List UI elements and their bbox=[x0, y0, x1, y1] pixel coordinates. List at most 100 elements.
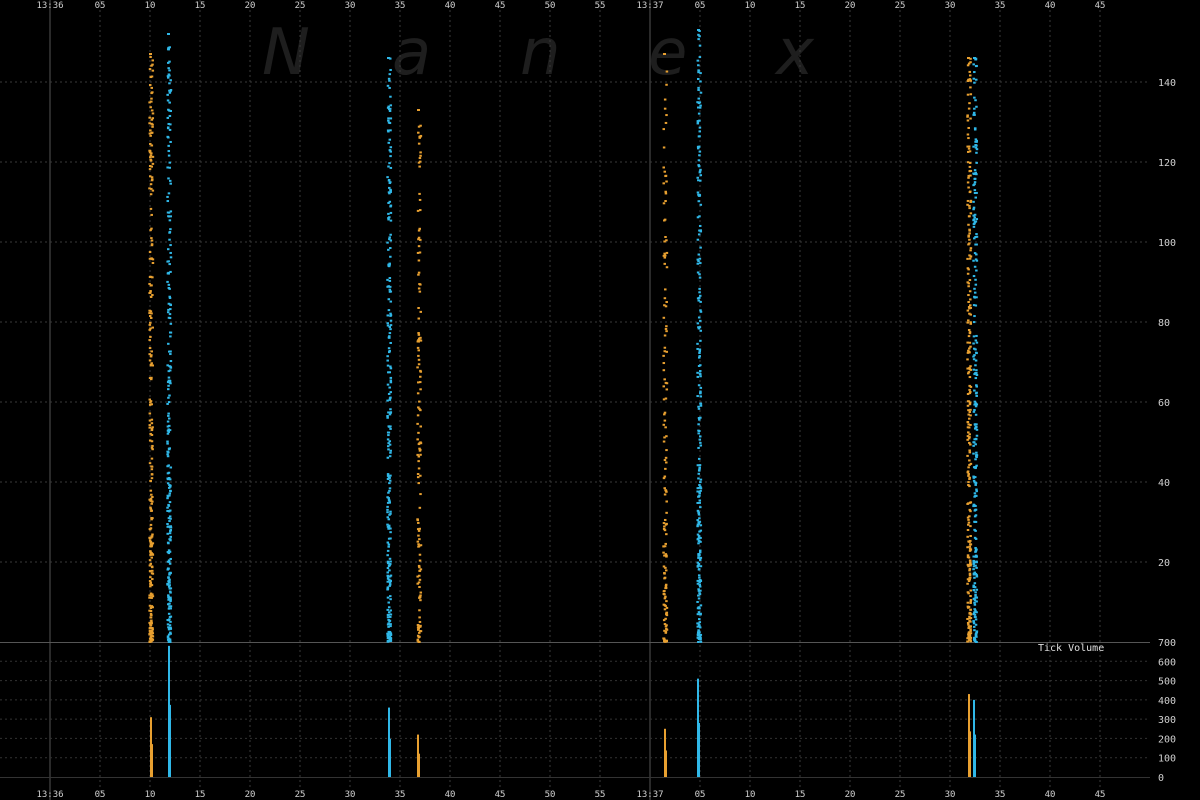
orange-trade-point bbox=[417, 271, 421, 274]
blue-trade-point bbox=[168, 605, 171, 608]
orange-trade-point bbox=[968, 165, 972, 168]
blue-trade-point bbox=[388, 216, 391, 219]
blue-trade-point bbox=[387, 411, 390, 414]
blue-trade-point bbox=[699, 636, 702, 639]
orange-trade-point bbox=[150, 100, 153, 103]
blue-trade-point bbox=[386, 474, 390, 477]
blue-trade-point bbox=[697, 38, 700, 41]
blue-trade-point bbox=[168, 590, 172, 593]
orange-trade-point bbox=[662, 182, 665, 185]
x-tick-label-bottom: 30 bbox=[345, 790, 356, 800]
orange-trade-point bbox=[418, 135, 421, 138]
blue-trade-point bbox=[389, 129, 392, 132]
blue-trade-point bbox=[388, 639, 391, 642]
blue-trade-point bbox=[168, 128, 172, 131]
blue-trade-point bbox=[166, 200, 170, 203]
blue-trade-point bbox=[972, 214, 975, 217]
blue-trade-point bbox=[389, 527, 392, 530]
orange-trade-point bbox=[664, 174, 668, 177]
x-tick-label-bottom: 05 bbox=[695, 790, 706, 800]
orange-trade-point bbox=[966, 199, 970, 202]
blue-trade-point bbox=[697, 611, 701, 614]
blue-trade-point bbox=[167, 633, 171, 636]
blue-trade-point bbox=[698, 492, 701, 495]
blue-volume-bar bbox=[973, 699, 975, 777]
blue-trade-point bbox=[698, 613, 702, 616]
orange-trade-point bbox=[966, 161, 970, 164]
orange-trade-point bbox=[150, 518, 153, 521]
blue-trade-point bbox=[386, 477, 390, 480]
blue-trade-point bbox=[389, 381, 393, 384]
blue-trade-point bbox=[698, 276, 702, 279]
orange-trade-point bbox=[969, 368, 973, 371]
blue-trade-point bbox=[698, 294, 702, 297]
blue-trade-point bbox=[974, 392, 978, 395]
blue-trade-point bbox=[169, 466, 173, 469]
blue-trade-point bbox=[972, 584, 975, 587]
blue-trade-point bbox=[169, 539, 172, 542]
blue-trade-point bbox=[388, 110, 392, 113]
orange-trade-point bbox=[149, 622, 152, 625]
blue-trade-point bbox=[697, 629, 700, 632]
orange-trade-point bbox=[418, 506, 422, 509]
x-tick-label-top: 45 bbox=[1095, 1, 1106, 11]
orange-trade-point bbox=[416, 473, 420, 476]
x-tick-label-bottom: 45 bbox=[495, 790, 506, 800]
blue-trade-point bbox=[699, 390, 702, 393]
blue-trade-point bbox=[167, 73, 171, 76]
blue-trade-point bbox=[973, 265, 977, 268]
orange-trade-point bbox=[149, 335, 152, 338]
blue-trade-point bbox=[389, 146, 393, 149]
blue-trade-point bbox=[974, 348, 977, 351]
blue-trade-point bbox=[699, 589, 702, 592]
orange-trade-point bbox=[151, 553, 154, 556]
blue-trade-point bbox=[389, 595, 392, 598]
orange-trade-point bbox=[664, 569, 668, 572]
blue-trade-point bbox=[697, 88, 700, 91]
blue-trade-point bbox=[696, 519, 699, 522]
orange-trade-point bbox=[664, 631, 668, 634]
x-tick-label-bottom: 05 bbox=[95, 790, 106, 800]
blue-trade-point bbox=[169, 228, 172, 231]
orange-trade-point bbox=[149, 284, 153, 287]
blue-trade-point bbox=[166, 364, 169, 367]
grid bbox=[0, 0, 1150, 800]
blue-trade-point bbox=[167, 414, 170, 417]
blue-trade-point bbox=[167, 401, 171, 404]
orange-trade-point bbox=[150, 244, 154, 247]
orange-trade-point bbox=[967, 107, 971, 110]
blue-trade-point bbox=[389, 427, 392, 430]
blue-trade-point bbox=[386, 383, 390, 386]
orange-trade-point bbox=[418, 629, 422, 632]
blue-trade-point bbox=[975, 341, 979, 344]
orange-trade-point bbox=[969, 595, 972, 598]
blue-trade-point bbox=[698, 468, 701, 471]
orange-trade-point bbox=[149, 327, 152, 330]
orange-trade-point bbox=[966, 470, 970, 473]
blue-trade-point bbox=[166, 623, 170, 626]
orange-trade-point bbox=[665, 600, 668, 603]
orange-trade-point bbox=[418, 559, 422, 562]
orange-trade-point bbox=[418, 283, 421, 286]
blue-trade-point bbox=[166, 495, 170, 498]
orange-trade-point bbox=[148, 165, 152, 168]
blue-trade-point bbox=[389, 579, 392, 582]
blue-trade-point bbox=[698, 229, 701, 232]
blue-trade-point bbox=[696, 297, 700, 300]
orange-trade-point bbox=[663, 240, 666, 243]
blue-trade-point bbox=[168, 562, 172, 565]
orange-trade-point bbox=[418, 209, 422, 212]
orange-trade-point bbox=[149, 616, 152, 619]
orange-trade-point bbox=[417, 333, 421, 336]
blue-trade-point bbox=[167, 430, 171, 433]
blue-trade-point bbox=[386, 508, 389, 511]
blue-trade-point bbox=[387, 392, 391, 395]
orange-trade-point bbox=[149, 609, 153, 612]
orange-trade-point bbox=[968, 257, 972, 260]
blue-trade-point bbox=[699, 386, 703, 389]
orange-trade-point bbox=[419, 375, 422, 378]
blue-trade-point bbox=[697, 159, 701, 162]
orange-trade-point bbox=[967, 137, 970, 140]
x-tick-label-bottom: 35 bbox=[995, 790, 1006, 800]
blue-trade-point bbox=[974, 508, 978, 511]
